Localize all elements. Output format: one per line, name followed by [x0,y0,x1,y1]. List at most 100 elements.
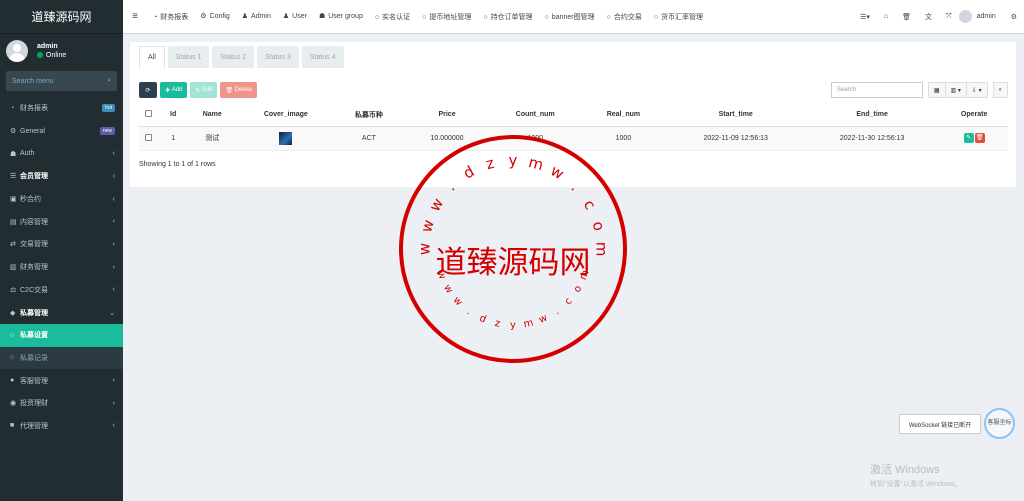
cogs-icon: ⚙ [10,128,17,136]
top-nav-item[interactable]: ♟ Admin [236,12,277,22]
delete-row-icon[interactable]: 🗑 [974,133,985,143]
chevron-icon: ‹ [112,377,115,385]
sidebar-item[interactable]: ⚙ General new [0,120,123,143]
cell-end-time: 2022-11-30 12:56:13 [803,126,941,151]
column-header[interactable]: Price [402,104,492,127]
top-nav-item[interactable]: ○ 货币汇率管理 [648,12,709,22]
status-tab[interactable]: Status 1 [167,46,210,68]
column-header[interactable]: Start_time [667,104,804,127]
stamp-ring-char: m [578,269,592,282]
sidebar-item[interactable]: ☰ 会员管理 ‹ [0,165,123,188]
chevron-icon: ‹ [112,240,115,248]
sidebar-item[interactable]: ▤ 内容管理 ‹ [0,210,123,233]
sidebar-item[interactable]: ◆ 私募管理 ⌄ [0,301,123,324]
table-search-input[interactable]: Search [830,82,923,98]
edit-row-icon[interactable]: ✎ [963,133,974,143]
list-dropdown-icon[interactable]: ☰▾ [853,13,877,21]
dashboard-icon: ◔ [10,104,15,112]
search-toggle-button[interactable]: ⌕ [992,82,1008,98]
status-tab[interactable]: Status 2 [212,46,255,68]
status-tab[interactable]: Status 4 [301,46,344,68]
column-header[interactable]: Name [187,104,237,127]
cell-price: 10.000000 [402,126,492,151]
top-nav-item[interactable]: ○ banner图管理 [539,12,601,22]
stamp-ring-char: w [426,195,448,215]
sidebar-item[interactable]: ☗ Auth ‹ [0,142,123,165]
status-tab[interactable]: All [139,46,165,68]
column-header[interactable]: Real_num [579,104,668,127]
sidebar-item-label: 内容管理 [20,218,48,226]
sidebar-item[interactable]: ◔ 财务报表 hot [0,97,123,120]
top-nav-item[interactable]: ♟ User [277,12,313,22]
sidebar-item-label: 会员管理 [20,173,48,181]
top-nav-item[interactable]: ○ 合约交易 [601,12,648,22]
top-nav-item[interactable]: ◔ 财务报表 [147,12,194,22]
sidebar-item-label: 客服管理 [20,377,48,385]
trash-icon[interactable]: 🗑 [895,13,918,21]
row-checkbox[interactable] [139,126,159,151]
column-header[interactable]: Cover_image [236,104,335,127]
sidebar-item[interactable]: ⇄ 交易管理 ‹ [0,233,123,256]
column-header[interactable]: Count_num [491,104,580,127]
sidebar-item[interactable]: ⚖ C2C交易 ‹ [0,279,123,302]
edit-button[interactable]: ✎ Edit [190,82,218,98]
sidebar-item[interactable]: ○ 私募设置 [0,323,123,347]
column-header[interactable]: End_time [803,104,941,127]
sidebar-item-label: 财务报表 [20,105,48,113]
toggle-view-button[interactable]: ▦ [927,82,946,98]
exchange-icon: ⇄ [10,241,16,249]
column-header[interactable]: 私募币种 [334,104,403,127]
sidebar-item[interactable]: ▣ 秒合约 ‹ [0,188,123,211]
column-header[interactable]: Operate [940,104,1008,127]
refresh-button[interactable]: ⟳ [139,82,157,98]
sidebar-item[interactable]: ● 客服管理 ‹ [0,369,123,392]
columns-button[interactable]: ▥ ▾ [944,82,967,98]
top-nav-item[interactable]: ☗ User group [313,12,369,22]
content-panel: All Status 1 Status 2 Status 3 Status 4 ⟳ ✚ … [130,42,1016,187]
search-icon[interactable]: ⌕ [107,77,111,85]
stamp-ring-char: o [572,284,585,295]
sidebar-item-label: 财务管理 [20,264,48,272]
pagination-info: Showing 1 to 1 of 1 rows [139,161,216,168]
cell-cover-image[interactable] [236,126,335,151]
settings-icon[interactable]: ⚙ [1004,13,1024,21]
cell-name: 测试 [187,126,237,151]
status-tab[interactable]: Status 3 [257,46,299,68]
online-dot-icon [37,52,43,58]
avatar [958,10,972,23]
add-button[interactable]: ✚ Add [160,82,188,98]
export-button[interactable]: ⇩ ▾ [965,82,988,98]
chevron-icon: ‹ [112,195,115,203]
menu-toggle-icon[interactable]: ≡ [123,11,147,22]
sidebar-item[interactable]: ◉ 投资理财 ‹ [0,392,123,415]
user-icon: ♟ [282,12,290,20]
cell-real: 1000 [579,126,668,151]
stamp-ring-char: w [416,243,434,255]
menu-search-input[interactable]: Search menu ⌕ [6,71,117,91]
sidebar-item[interactable]: ▥ 财务管理 ‹ [0,256,123,279]
stamp-ring-char: w [435,269,448,280]
cell-count: 1000 [491,126,580,151]
group-icon: ☗ [10,150,17,158]
select-all-checkbox[interactable] [139,104,159,127]
column-header[interactable]: Id [158,104,188,127]
delete-button[interactable]: 🗑 Delete [220,82,258,98]
logo[interactable]: 道臻源码网 [0,0,123,34]
sidebar-item[interactable]: ■ 代理管理 ‹ [0,415,123,438]
customer-service-button[interactable]: 客服坐标 [984,408,1015,439]
chevron-icon: ‹ [112,286,115,294]
top-nav-item[interactable]: ⚙ Config [194,12,236,22]
top-nav-item[interactable]: ○ 提币地址管理 [416,12,477,22]
stamp-ring-char: w [417,218,438,235]
fullscreen-icon[interactable]: ⤧ [939,13,959,21]
chevron-icon: ‹ [112,263,115,271]
sidebar-item-label: 私募设置 [20,332,48,340]
user-menu[interactable]: admin [958,10,1004,23]
cover-image-thumbnail[interactable] [279,131,293,145]
sidebar-item[interactable]: ○ 私募记录 [0,346,123,370]
diamond-icon: ◆ [10,309,16,317]
top-nav-item[interactable]: ○ 实名认证 [369,12,416,22]
top-nav-item[interactable]: ○ 持仓订单管理 [477,12,538,22]
language-icon[interactable]: 文 [918,12,939,22]
home-icon[interactable]: ⌂ [877,13,895,20]
